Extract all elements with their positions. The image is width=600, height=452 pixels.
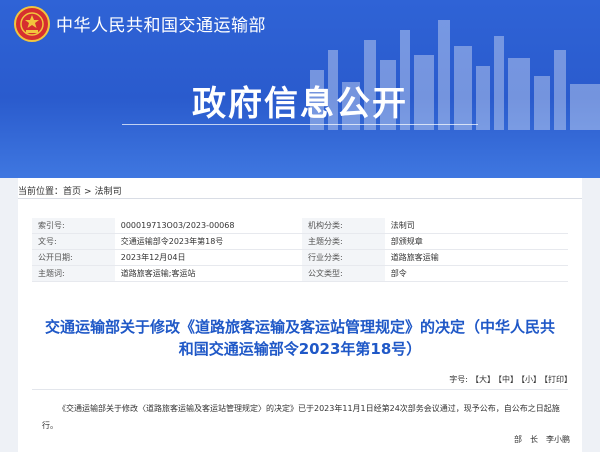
breadcrumb: 当前位置：首页 > 法制司 [18, 184, 122, 197]
info-label: 文号: [32, 233, 115, 250]
content-panel: 当前位置：首页 > 法制司 索引号: 000019713O03/2023-00068… [18, 178, 582, 452]
font-size-small-button[interactable]: 【小】 [521, 375, 541, 384]
info-value: 法制司 [384, 218, 568, 234]
font-size-large-button[interactable]: 【大】 [471, 375, 495, 384]
site-title[interactable]: 中华人民共和国交通运输部 [56, 11, 266, 36]
info-value: 000019713O03/2023-00068 [114, 218, 303, 234]
info-label: 机构分类: [302, 218, 385, 234]
signature-block: 部 长李小鹏 [506, 434, 570, 445]
header-banner: 中华人民共和国交通运输部 政府信息公开 [0, 0, 600, 178]
table-row: 公开日期: 2023年12月04日 行业分类: 道路旅客运输 [32, 249, 568, 266]
divider [18, 198, 582, 199]
info-label: 公文类型: [302, 265, 385, 282]
table-row: 文号: 交通运输部令2023年第18号 主题分类: 部颁规章 [32, 233, 568, 250]
breadcrumb-link-department[interactable]: 法制司 [95, 187, 122, 197]
document-title: 交通运输部关于修改《道路旅客运输及客运站管理规定》的决定（中华人民共和国交通运输… [44, 318, 555, 358]
info-value: 道路旅客运输;客运站 [114, 265, 303, 282]
divider [32, 389, 568, 390]
breadcrumb-separator: > [84, 187, 92, 197]
info-label: 主题分类: [302, 233, 385, 250]
print-button[interactable]: 【打印】 [544, 375, 572, 384]
signer-title: 部 长 [514, 435, 538, 444]
document-info-table: 索引号: 000019713O03/2023-00068 机构分类: 法制司 文… [32, 218, 568, 282]
breadcrumb-label: 当前位置： [18, 187, 64, 197]
national-emblem-icon [14, 6, 50, 42]
info-label: 主题词: [32, 265, 115, 282]
info-value: 交通运输部令2023年第18号 [114, 233, 303, 250]
document-body: 《交通运输部关于修改〈道路旅客运输及客运站管理规定〉的决定》已于2023年11月… [42, 404, 560, 430]
breadcrumb-link-home[interactable]: 首页 [63, 187, 81, 197]
font-size-label: 字号: [449, 375, 468, 384]
info-value: 部令 [384, 265, 568, 282]
info-value: 道路旅客运输 [384, 249, 568, 266]
info-label: 行业分类: [302, 249, 385, 266]
page-title: 政府信息公开 [192, 84, 408, 124]
font-size-medium-button[interactable]: 【中】 [498, 375, 518, 384]
info-value: 2023年12月04日 [114, 249, 303, 266]
title-underline [122, 124, 478, 125]
table-row: 主题词: 道路旅客运输;客运站 公文类型: 部令 [32, 265, 568, 282]
info-value: 部颁规章 [384, 233, 568, 250]
signer-name: 李小鹏 [546, 435, 570, 444]
info-label: 公开日期: [32, 249, 115, 266]
info-label: 索引号: [32, 218, 115, 234]
font-size-controls: 字号: 【大】 【中】 【小】 【打印】 [446, 374, 572, 385]
table-row: 索引号: 000019713O03/2023-00068 机构分类: 法制司 [32, 218, 568, 234]
